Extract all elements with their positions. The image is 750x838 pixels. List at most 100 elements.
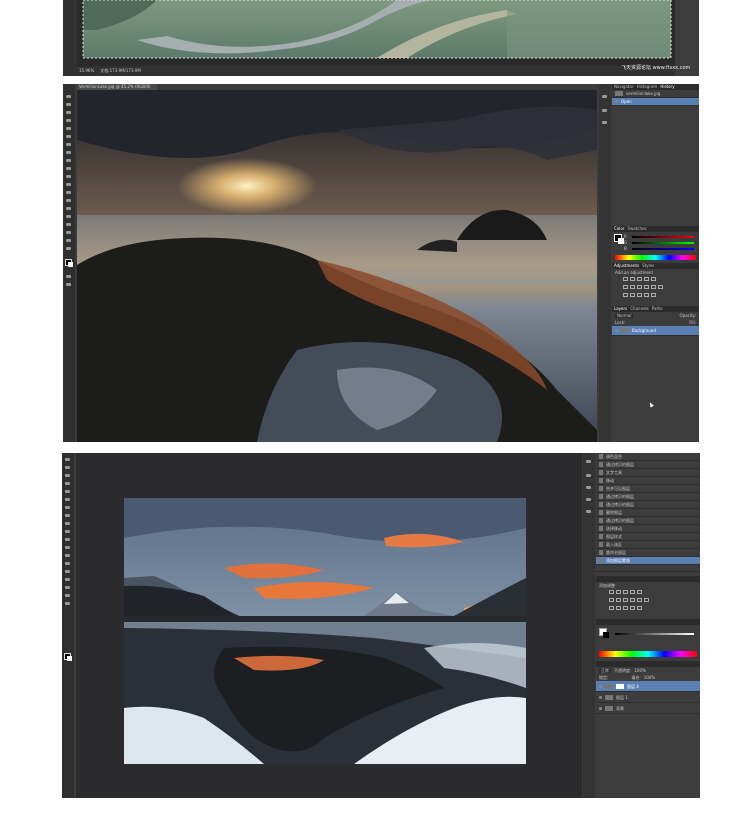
eyedropper-tool-icon[interactable] <box>64 497 72 502</box>
hue-icon[interactable] <box>623 285 628 289</box>
shape-tool-icon[interactable] <box>64 585 72 590</box>
gradient-map-icon[interactable] <box>644 293 649 297</box>
panel-icon[interactable] <box>585 473 593 478</box>
pen-tool-icon[interactable] <box>64 561 72 566</box>
layer-row[interactable]: 背景 <box>596 703 700 714</box>
selective-color-icon[interactable] <box>651 293 656 297</box>
lasso-tool-icon[interactable] <box>65 110 73 115</box>
quick-select-tool-icon[interactable] <box>64 481 72 486</box>
history-state[interactable]: 添加图层蒙版 <box>596 557 700 565</box>
tab-history[interactable]: History <box>660 84 674 90</box>
panel-icon[interactable] <box>601 108 609 113</box>
history-snapshot[interactable]: vermilionlake.jpg <box>612 90 699 98</box>
layer-row[interactable]: 图层 4 <box>596 681 700 692</box>
threshold-icon[interactable] <box>623 606 628 610</box>
levels-icon[interactable] <box>616 590 621 594</box>
vibrance-icon[interactable] <box>651 277 656 281</box>
history-state[interactable]: 文字工具 <box>596 469 700 477</box>
lookup-icon[interactable] <box>644 598 649 602</box>
history-state[interactable]: 通过拷贝的图层 <box>596 493 700 501</box>
adjustment-icons[interactable] <box>612 276 699 300</box>
zoom-tool-icon[interactable] <box>64 601 72 606</box>
tab-histogram[interactable]: Histogram <box>637 84 658 90</box>
background-color-swatch[interactable] <box>68 262 73 267</box>
panel-icon[interactable] <box>585 509 593 514</box>
invert-icon[interactable] <box>609 606 614 610</box>
color-balance-icon[interactable] <box>616 598 621 602</box>
color-balance-icon[interactable] <box>630 285 635 289</box>
blur-tool-icon[interactable] <box>65 190 73 195</box>
panel-icon[interactable] <box>585 497 593 502</box>
color-spectrum[interactable] <box>599 651 697 657</box>
brightness-icon[interactable] <box>609 590 614 594</box>
history-state[interactable]: 选择移动 <box>596 525 700 533</box>
healing-tool-icon[interactable] <box>65 142 73 147</box>
hand-tool-icon[interactable] <box>65 238 73 243</box>
zoom-tool-icon[interactable] <box>65 246 73 251</box>
blend-mode-select[interactable]: Normal <box>615 313 634 318</box>
history-state[interactable]: 通过拷贝的图层 <box>596 501 700 509</box>
slider-b[interactable]: B <box>624 246 697 252</box>
selective-color-icon[interactable] <box>637 606 642 610</box>
tab-color[interactable]: Color <box>614 226 624 232</box>
stamp-tool-icon[interactable] <box>65 158 73 163</box>
blur-tool-icon[interactable] <box>64 545 72 550</box>
type-tool-icon[interactable] <box>64 569 72 574</box>
tab-adjustments[interactable]: Adjustments <box>614 263 639 269</box>
eyedropper-tool-icon[interactable] <box>65 134 73 139</box>
tab-paths[interactable]: Paths <box>652 306 663 312</box>
path-select-tool-icon[interactable] <box>64 577 72 582</box>
color-slider[interactable] <box>615 633 694 635</box>
color-swatch-pair[interactable] <box>599 628 609 638</box>
type-tool-icon[interactable] <box>65 214 73 219</box>
panel-icon[interactable] <box>585 485 593 490</box>
crop-tool-icon[interactable] <box>65 126 73 131</box>
history-brush-tool-icon[interactable] <box>65 166 73 171</box>
curves-icon[interactable] <box>637 277 642 281</box>
brush-tool-icon[interactable] <box>64 513 72 518</box>
background-color-swatch[interactable] <box>67 656 72 661</box>
path-select-tool-icon[interactable] <box>65 222 73 227</box>
posterize-icon[interactable] <box>616 606 621 610</box>
brightness-icon[interactable] <box>623 277 628 281</box>
history-state[interactable]: 载入选区 <box>596 541 700 549</box>
visibility-eye-icon[interactable] <box>599 684 602 688</box>
bw-icon[interactable] <box>637 285 642 289</box>
panel-icon[interactable] <box>601 94 609 99</box>
fill-value[interactable]: 100% <box>644 675 655 680</box>
gradient-tool-icon[interactable] <box>65 182 73 187</box>
marquee-tool-icon[interactable] <box>65 102 73 107</box>
tab-styles[interactable]: Styles <box>642 263 654 269</box>
gradient-tool-icon[interactable] <box>64 537 72 542</box>
photo-filter-icon[interactable] <box>630 598 635 602</box>
shape-tool-icon[interactable] <box>65 230 73 235</box>
invert-icon[interactable] <box>623 293 628 297</box>
vibrance-icon[interactable] <box>637 590 642 594</box>
history-state[interactable]: 合并可见图层 <box>596 485 700 493</box>
lasso-tool-icon[interactable] <box>64 473 72 478</box>
photo-filter-icon[interactable] <box>644 285 649 289</box>
lookup-icon[interactable] <box>658 285 663 289</box>
hue-icon[interactable] <box>609 598 614 602</box>
tab-swatches[interactable]: Swatches <box>627 226 646 232</box>
channel-mixer-icon[interactable] <box>637 598 642 602</box>
history-state-open[interactable]: Open <box>612 98 699 106</box>
crop-tool-icon[interactable] <box>64 489 72 494</box>
exposure-icon[interactable] <box>644 277 649 281</box>
history-state[interactable]: 调色混合 <box>596 453 700 461</box>
levels-icon[interactable] <box>630 277 635 281</box>
channel-mixer-icon[interactable] <box>651 285 656 289</box>
history-state[interactable]: 删除图层 <box>596 509 700 517</box>
panel-icon[interactable] <box>601 120 609 125</box>
tab-navigator[interactable]: Navigator <box>614 84 634 90</box>
history-state[interactable]: 重命名图层 <box>596 549 700 557</box>
dodge-tool-icon[interactable] <box>65 198 73 203</box>
history-state[interactable]: 移动 <box>596 477 700 485</box>
tab-layers[interactable]: Layers <box>614 306 627 312</box>
marquee-tool-icon[interactable] <box>64 465 72 470</box>
exposure-icon[interactable] <box>630 590 635 594</box>
posterize-icon[interactable] <box>630 293 635 297</box>
visibility-eye-icon[interactable] <box>615 329 618 332</box>
brush-tool-icon[interactable] <box>65 150 73 155</box>
panel-icon[interactable] <box>585 459 593 464</box>
